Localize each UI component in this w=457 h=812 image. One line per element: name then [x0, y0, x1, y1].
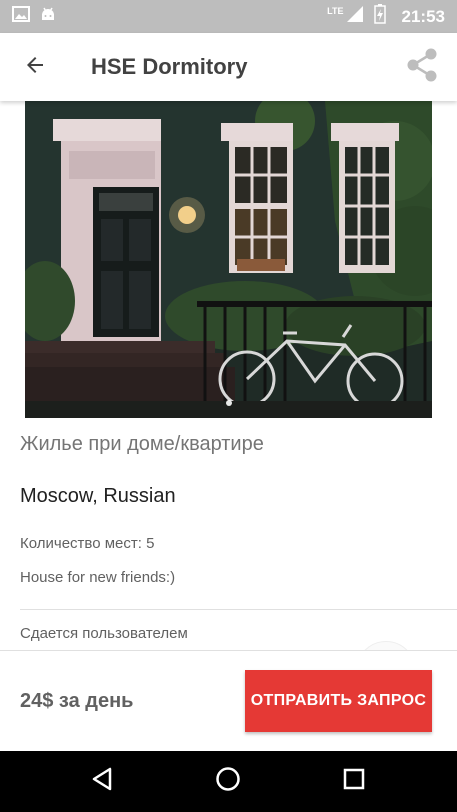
- system-nav-bar: [0, 751, 457, 812]
- home-circle-icon: [215, 766, 241, 797]
- photo-pager: [25, 400, 432, 406]
- network-label: LTE: [327, 5, 344, 16]
- image-icon: [12, 6, 30, 27]
- host-label: Сдается пользователем: [20, 625, 188, 642]
- share-button[interactable]: [387, 33, 457, 101]
- status-right: LTE 21:53: [327, 4, 445, 29]
- price-text: 24$ за день: [20, 689, 134, 712]
- listing-content[interactable]: Жилье при доме/квартире Moscow, Russian …: [0, 101, 457, 650]
- section-divider: [20, 609, 457, 610]
- screen: LTE 21:53 HSE Dormitory Жилье при доме/к…: [0, 0, 457, 812]
- description-text: House for new friends:): [20, 569, 176, 586]
- battery-icon: [373, 4, 386, 29]
- nav-back-button[interactable]: [73, 751, 133, 812]
- house-photo-illustration: [25, 101, 432, 418]
- back-triangle-icon: [90, 766, 116, 797]
- location-text: Moscow, Russian: [20, 485, 176, 507]
- pager-dot[interactable]: [225, 400, 232, 406]
- app-bar: HSE Dormitory: [0, 33, 457, 101]
- property-type: Жилье при доме/квартире: [20, 433, 264, 455]
- host-avatar[interactable]: [356, 641, 416, 650]
- recents-square-icon: [342, 767, 366, 796]
- arrow-left-icon: [23, 53, 47, 82]
- capacity-text: Количество мест: 5: [20, 535, 155, 552]
- listing-photo[interactable]: [25, 101, 432, 418]
- android-icon: [40, 6, 56, 27]
- booking-bar: 24$ за день ОТПРАВИТЬ ЗАПРОС: [0, 650, 457, 751]
- send-request-button[interactable]: ОТПРАВИТЬ ЗАПРОС: [245, 670, 432, 732]
- back-button[interactable]: [0, 33, 70, 101]
- page-title: HSE Dormitory: [91, 54, 248, 79]
- lte-signal-icon: [346, 5, 364, 28]
- share-icon: [406, 48, 438, 87]
- nav-recents-button[interactable]: [324, 751, 384, 812]
- status-left: [12, 6, 56, 27]
- status-time: 21:53: [401, 6, 445, 26]
- status-bar: LTE 21:53: [0, 0, 457, 33]
- nav-home-button[interactable]: [198, 751, 258, 812]
